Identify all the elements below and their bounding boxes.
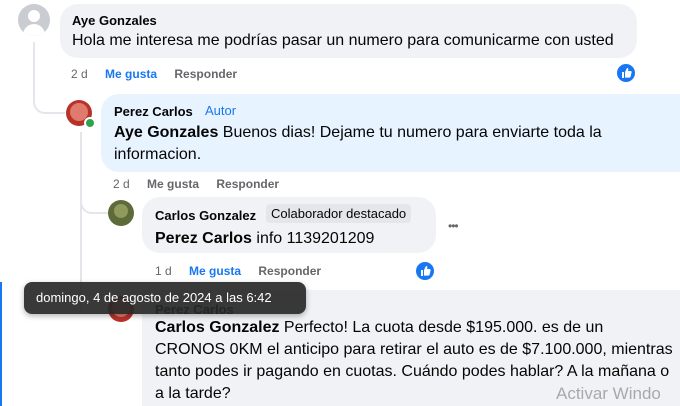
- comment-author[interactable]: Perez Carlos: [114, 104, 193, 119]
- comment-text: Aye Gonzales Buenos dias! Dejame tu nume…: [114, 124, 602, 163]
- author-badge: Autor: [205, 103, 237, 118]
- thumbs-up-icon[interactable]: [414, 260, 436, 282]
- like-button[interactable]: Me gusta: [189, 264, 241, 278]
- reply-button[interactable]: Responder: [258, 264, 321, 278]
- default-avatar-icon: [28, 10, 40, 22]
- tooltip-text: domingo, 4 de agosto de 2024 a las 6:42: [36, 290, 272, 305]
- comment-time[interactable]: 2 d: [71, 67, 88, 81]
- comment-time[interactable]: 2 d: [113, 177, 130, 191]
- mention-link[interactable]: Aye Gonzales: [114, 124, 218, 141]
- selection-edge: [0, 282, 2, 406]
- online-status-icon: [84, 117, 96, 129]
- more-options-button[interactable]: •••: [448, 219, 459, 233]
- thread-connector: [33, 60, 65, 114]
- thread-connector: [80, 182, 108, 214]
- reply-button[interactable]: Responder: [216, 177, 279, 191]
- avatar-carlos-gonzalez[interactable]: [108, 200, 134, 226]
- comment-actions: 2 d Me gusta Responder: [71, 67, 251, 81]
- timestamp-tooltip: domingo, 4 de agosto de 2024 a las 6:42: [24, 282, 306, 314]
- like-button[interactable]: Me gusta: [105, 67, 157, 81]
- comment-author[interactable]: Carlos Gonzalez: [155, 208, 256, 223]
- reply-button[interactable]: Responder: [174, 67, 237, 81]
- comment-author[interactable]: Aye Gonzales: [72, 13, 157, 28]
- comment-bubble: Carlos Gonzalez Colaborador destacado Pe…: [142, 197, 436, 253]
- comment-text: Hola me interesa me podrías pasar un num…: [72, 32, 614, 49]
- top-fan-badge: Colaborador destacado: [266, 204, 412, 223]
- comment-bubble: Aye Gonzales Hola me interesa me podrías…: [60, 4, 637, 58]
- comment-text: Perez Carlos info 1139201209: [155, 230, 375, 247]
- windows-activation-watermark: Activar Windo: [556, 384, 661, 403]
- comment-bubble-author: Perez Carlos Autor Aye Gonzales Buenos d…: [101, 94, 680, 172]
- mention-link[interactable]: Carlos Gonzalez: [155, 319, 279, 336]
- avatar-aye-gonzales[interactable]: [18, 4, 50, 36]
- comment-actions: 2 d Me gusta Responder: [113, 177, 293, 191]
- mention-link[interactable]: Perez Carlos: [155, 230, 252, 247]
- comment-actions: 1 d Me gusta Responder: [155, 264, 335, 278]
- thumbs-up-icon[interactable]: [615, 62, 637, 84]
- comment-time[interactable]: 1 d: [155, 264, 172, 278]
- like-button[interactable]: Me gusta: [147, 177, 199, 191]
